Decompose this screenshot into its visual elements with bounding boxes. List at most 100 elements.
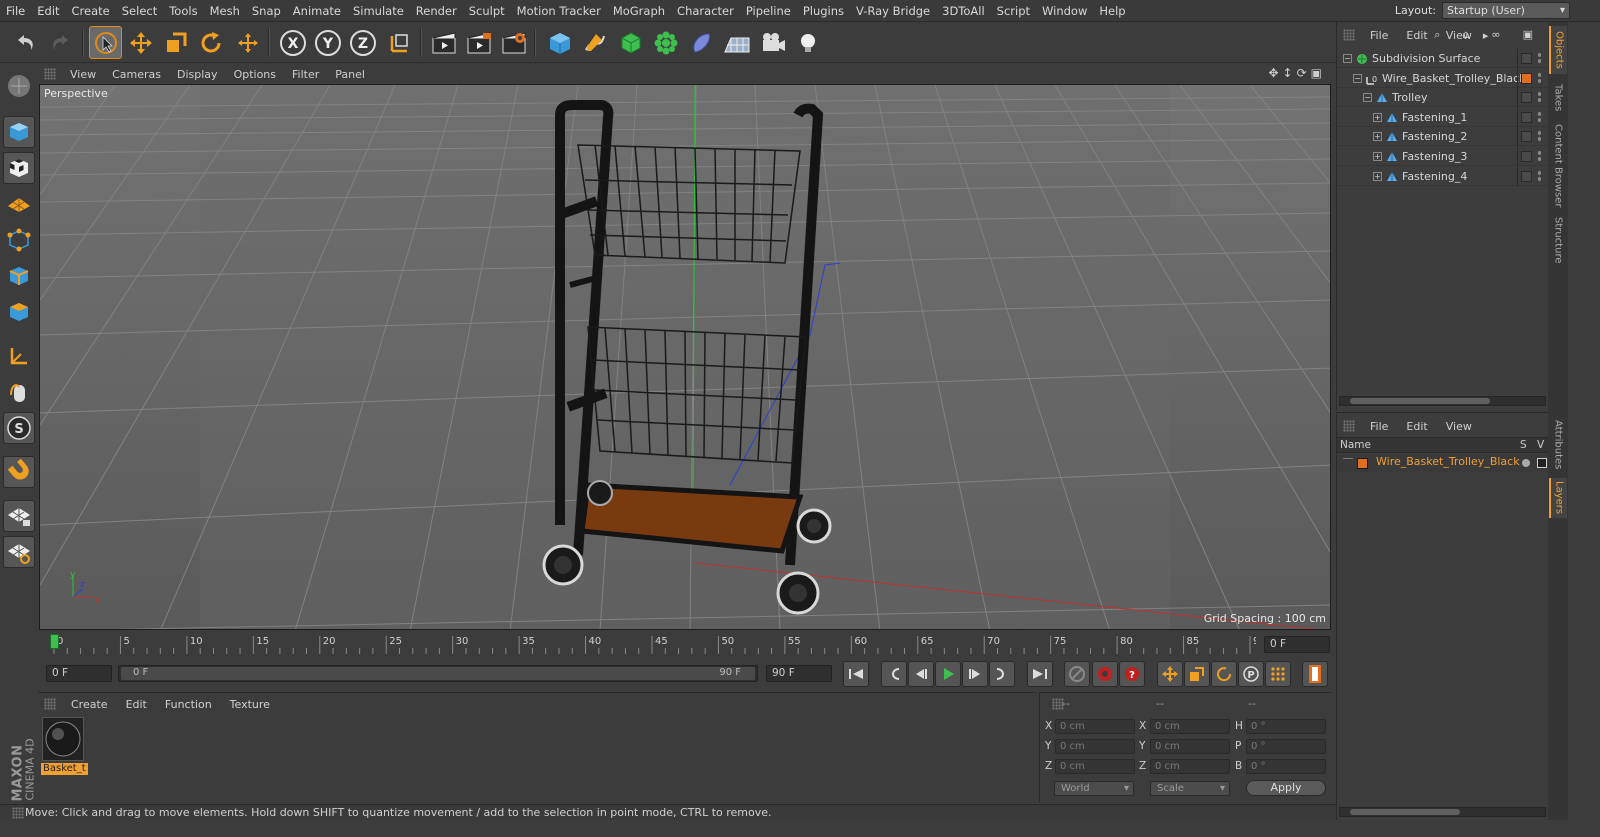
layers-scrollbar[interactable] [1339, 807, 1546, 817]
scale-icon[interactable] [159, 26, 192, 59]
editor-toggle-icon[interactable] [1521, 170, 1532, 182]
expand-toggle-icon[interactable]: + [1373, 171, 1382, 181]
layers-col-solo[interactable]: S [1520, 438, 1527, 452]
timeline-playhead[interactable] [50, 634, 59, 649]
menu-mograph[interactable]: MoGraph [607, 0, 671, 22]
menu-motion-tracker[interactable]: Motion Tracker [511, 0, 607, 22]
expand-toggle-icon[interactable]: − [1363, 93, 1372, 103]
render-view-icon[interactable] [427, 26, 460, 59]
key-position-icon[interactable] [1157, 661, 1183, 687]
position-y-field[interactable]: 0 cm [1055, 739, 1135, 754]
material-menu-function[interactable]: Function [156, 698, 221, 711]
layers-menu-edit[interactable]: Edit [1397, 420, 1436, 433]
object-row[interactable]: − Subdivision Surface [1337, 49, 1549, 68]
material-swatch[interactable] [42, 717, 84, 761]
model-mode-icon[interactable] [3, 116, 35, 148]
editor-toggle-icon[interactable] [1521, 53, 1532, 64]
expand-toggle-icon[interactable]: + [1373, 112, 1382, 122]
tab-takes[interactable]: Takes [1549, 78, 1567, 118]
viewport-menu-view[interactable]: View [62, 68, 104, 81]
material-menu-edit[interactable]: Edit [117, 698, 156, 711]
tab-attributes[interactable]: Attributes [1549, 416, 1567, 474]
rotate-icon[interactable] [194, 26, 227, 59]
camera-icon[interactable] [756, 26, 789, 59]
visibility-dots-icon[interactable] [1537, 130, 1542, 143]
object-name-label[interactable]: Fastening_4 [1402, 167, 1467, 186]
layout-select[interactable]: Startup (User) [1442, 2, 1570, 19]
menu-render[interactable]: Render [410, 0, 463, 22]
size-x-field[interactable]: 0 cm [1150, 719, 1230, 734]
layers-menu-file[interactable]: File [1361, 420, 1397, 433]
auto-key-icon[interactable]: ? [1119, 661, 1145, 687]
menu-tools[interactable]: Tools [163, 0, 203, 22]
key-pla-icon[interactable] [1265, 661, 1291, 687]
layer-visible-toggle[interactable] [1537, 458, 1547, 468]
go-to-start-icon[interactable] [843, 661, 869, 687]
previous-key-icon[interactable] [881, 661, 907, 687]
menu-3dtoall[interactable]: 3DToAll [936, 0, 991, 22]
visibility-dots-icon[interactable] [1537, 52, 1542, 64]
size-y-field[interactable]: 0 cm [1150, 739, 1230, 754]
object-name-label[interactable]: Subdivision Surface [1372, 49, 1480, 68]
menu-simulate[interactable]: Simulate [347, 0, 410, 22]
expand-toggle-icon[interactable]: + [1373, 132, 1382, 142]
object-name-label[interactable]: Fastening_1 [1402, 108, 1467, 127]
live-selection-icon[interactable] [89, 26, 122, 59]
floor-icon[interactable] [720, 26, 753, 59]
deformer-icon[interactable] [685, 26, 718, 59]
menu-v-ray-bridge[interactable]: V-Ray Bridge [850, 0, 936, 22]
timeline-ruler[interactable]: 051015202530354045505560657075808590 [50, 632, 1266, 658]
rotation-b-field[interactable]: 0 ° [1246, 759, 1326, 774]
material-name-label[interactable]: Basket_t [41, 763, 88, 775]
objects-new-window-icon[interactable]: ▣ [1514, 28, 1542, 42]
layers-menu-view[interactable]: View [1437, 420, 1481, 433]
visibility-dots-icon[interactable] [1537, 91, 1542, 104]
material-menu-texture[interactable]: Texture [221, 698, 279, 711]
object-name-label[interactable]: Trolley [1392, 88, 1428, 107]
layer-color-swatch[interactable] [1357, 458, 1368, 469]
tab-structure[interactable]: Structure [1549, 214, 1567, 266]
key-scale-icon[interactable] [1184, 661, 1210, 687]
go-to-end-icon[interactable] [1027, 661, 1053, 687]
viewport-menu-panel[interactable]: Panel [327, 68, 373, 81]
menu-plugins[interactable]: Plugins [797, 0, 850, 22]
expand-toggle-icon[interactable]: + [1373, 152, 1382, 161]
make-editable-icon[interactable] [3, 70, 35, 102]
magnet-icon[interactable] [3, 456, 35, 488]
tab-objects[interactable]: Objects [1549, 26, 1567, 74]
expand-toggle-icon[interactable]: − [1343, 54, 1352, 63]
layers-col-visible[interactable]: V [1537, 438, 1544, 452]
tweak-mode-icon[interactable] [3, 376, 35, 408]
key-parameter-icon[interactable]: P [1238, 661, 1264, 687]
current-frame-field[interactable]: 0 F [1264, 636, 1330, 653]
render-picture-viewer-icon[interactable] [462, 26, 495, 59]
planar-workplane-icon[interactable] [3, 536, 35, 568]
viewport-menu-display[interactable]: Display [169, 68, 226, 81]
objects-home-icon[interactable]: ⌂ [1453, 28, 1478, 42]
coordinate-system-icon[interactable] [383, 26, 416, 59]
record-icon[interactable] [1092, 661, 1118, 687]
expand-toggle-icon[interactable]: − [1353, 73, 1362, 83]
menu-sculpt[interactable]: Sculpt [463, 0, 511, 22]
y-axis-icon[interactable]: Y [311, 26, 344, 59]
timeline-film-icon[interactable] [1302, 661, 1328, 687]
size-z-field[interactable]: 0 cm [1150, 759, 1230, 774]
move-icon[interactable] [124, 26, 157, 59]
rotation-h-field[interactable]: 0 ° [1246, 719, 1326, 734]
object-row[interactable]: + Fastening_2 [1337, 127, 1549, 147]
object-row[interactable]: + Fastening_4 [1337, 166, 1549, 186]
object-row[interactable]: + Fastening_3 [1337, 147, 1549, 166]
position-z-field[interactable]: 0 cm [1055, 759, 1135, 774]
3d-viewport[interactable]: y x z Perspective Grid Spacing : 100 cm [39, 84, 1331, 630]
object-name-label[interactable]: Fastening_3 [1402, 147, 1467, 166]
recent-tool-icon[interactable] [231, 26, 264, 59]
object-row[interactable]: − Trolley [1337, 88, 1549, 108]
menu-character[interactable]: Character [671, 0, 740, 22]
x-axis-icon[interactable]: X [276, 26, 309, 59]
menu-pipeline[interactable]: Pipeline [740, 0, 797, 22]
frame-range-slider[interactable]: 0 F 90 F [118, 665, 758, 682]
layers-col-name[interactable]: Name [1340, 438, 1371, 452]
polygons-mode-icon[interactable] [3, 296, 35, 328]
edges-mode-icon[interactable] [3, 260, 35, 292]
cube-icon[interactable] [543, 26, 576, 59]
